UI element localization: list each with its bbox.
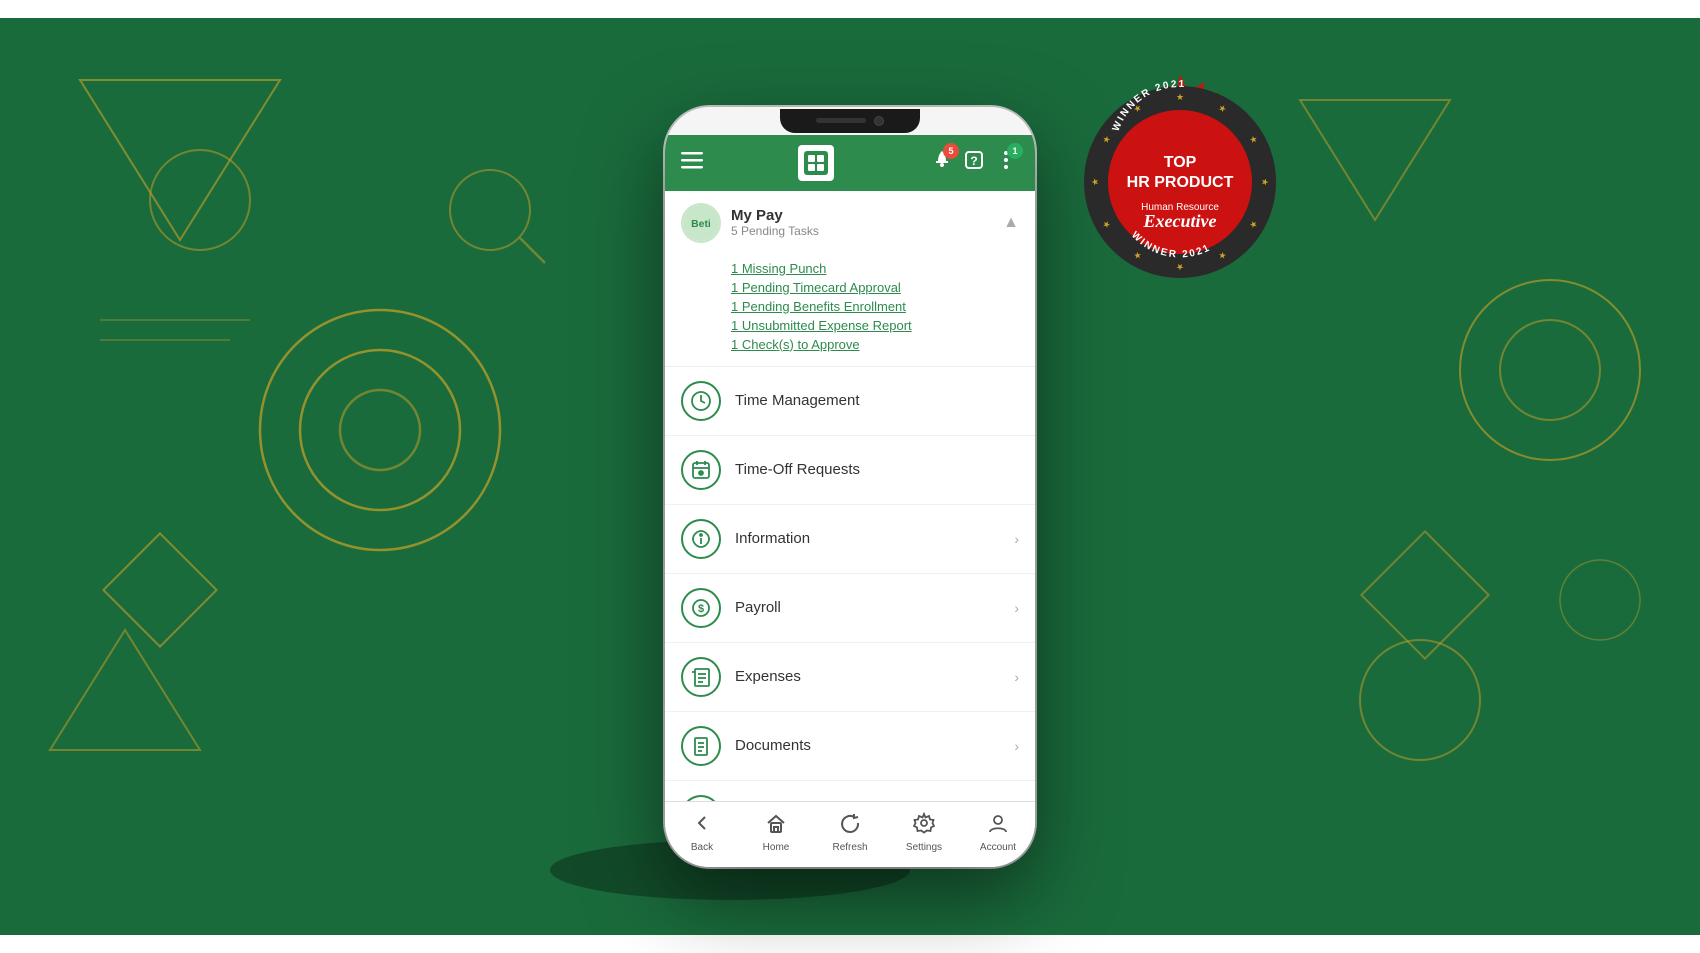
header-icons: 5 ? 1 xyxy=(929,147,1019,179)
phone-notch xyxy=(780,109,920,133)
refresh-icon xyxy=(839,812,861,840)
svg-text:Executive: Executive xyxy=(1143,211,1217,231)
expenses-chevron: › xyxy=(1014,669,1019,685)
nav-back[interactable]: Back xyxy=(665,808,739,857)
payroll-label: Payroll xyxy=(735,599,1014,616)
menu-item-information[interactable]: Information › xyxy=(665,505,1035,574)
documents-chevron: › xyxy=(1014,738,1019,754)
task-benefits-enrollment[interactable]: 1 Pending Benefits Enrollment xyxy=(731,297,1019,316)
nav-refresh[interactable]: Refresh xyxy=(813,808,887,857)
nav-home[interactable]: Home xyxy=(739,808,813,857)
task-timecard-approval[interactable]: 1 Pending Timecard Approval xyxy=(731,278,1019,297)
svg-text:Beti: Beti xyxy=(691,218,711,229)
account-icon xyxy=(987,812,1009,840)
my-pay-header[interactable]: Beti My Pay 5 Pending Tasks ▲ xyxy=(665,191,1035,255)
task-expense-report[interactable]: 1 Unsubmitted Expense Report xyxy=(731,316,1019,335)
information-chevron: › xyxy=(1014,531,1019,547)
my-pay-section: Beti My Pay 5 Pending Tasks ▲ 1 Missing … xyxy=(665,191,1035,367)
my-pay-title: My Pay xyxy=(731,207,993,224)
nav-account[interactable]: Account xyxy=(961,808,1035,857)
bottom-navigation: Back Home xyxy=(665,801,1035,867)
information-label: Information xyxy=(735,530,1014,547)
svg-text:★: ★ xyxy=(1176,262,1184,272)
svg-text:★: ★ xyxy=(1090,177,1100,185)
my-pay-chevron: ▲ xyxy=(1003,214,1019,232)
svg-text:★: ★ xyxy=(1260,177,1270,185)
app-header: 5 ? 1 xyxy=(665,135,1035,191)
app-screen: 5 ? 1 xyxy=(665,135,1035,867)
home-icon xyxy=(765,812,787,840)
documents-label: Documents xyxy=(735,737,1014,754)
phone-mockup: ★ ★ ★ ★ ★ ★ ★ ★ ★ ★ ★ ★ WINNER 2021 xyxy=(665,107,1035,867)
nav-back-label: Back xyxy=(691,842,713,853)
back-icon xyxy=(691,812,713,840)
my-pay-info: My Pay 5 Pending Tasks xyxy=(731,207,993,238)
svg-text:★: ★ xyxy=(1176,92,1184,102)
notification-badge: 5 xyxy=(943,143,959,159)
menu-item-time-management[interactable]: Time Management xyxy=(665,367,1035,436)
svg-text:HR PRODUCT: HR PRODUCT xyxy=(1127,174,1234,191)
svg-text:?: ? xyxy=(970,154,977,168)
time-off-icon xyxy=(681,450,721,490)
menu-icon[interactable] xyxy=(681,149,703,177)
more-badge: 1 xyxy=(1007,143,1023,159)
user-avatar: Beti xyxy=(681,203,721,243)
time-off-label: Time-Off Requests xyxy=(735,461,1019,478)
payroll-chevron: › xyxy=(1014,600,1019,616)
nav-refresh-label: Refresh xyxy=(832,842,867,853)
payroll-icon: $ xyxy=(681,588,721,628)
time-management-icon xyxy=(681,381,721,421)
winner-badge: ★ ★ ★ ★ ★ ★ ★ ★ ★ ★ ★ ★ WINNER 2021 xyxy=(1065,67,1295,302)
information-icon xyxy=(681,519,721,559)
help-button[interactable]: ? xyxy=(961,147,987,179)
more-options-button[interactable]: 1 xyxy=(993,147,1019,179)
documents-icon xyxy=(681,726,721,766)
nav-settings[interactable]: Settings xyxy=(887,808,961,857)
task-checks-approve[interactable]: 1 Check(s) to Approve xyxy=(731,335,1019,354)
phone-camera xyxy=(874,116,884,126)
app-logo xyxy=(798,145,834,181)
expenses-label: Expenses xyxy=(735,668,1014,685)
task-missing-punch[interactable]: 1 Missing Punch xyxy=(731,259,1019,278)
menu-item-payroll[interactable]: $ Payroll › xyxy=(665,574,1035,643)
menu-item-checklists[interactable]: Checklists › xyxy=(665,781,1035,801)
nav-account-label: Account xyxy=(980,842,1016,853)
phone-body: 5 ? 1 xyxy=(665,107,1035,867)
expenses-icon xyxy=(681,657,721,697)
nav-home-label: Home xyxy=(763,842,790,853)
task-list: 1 Missing Punch 1 Pending Timecard Appro… xyxy=(665,255,1035,366)
menu-item-expenses[interactable]: Expenses › xyxy=(665,643,1035,712)
svg-text:$: $ xyxy=(698,603,704,615)
notification-button[interactable]: 5 xyxy=(929,147,955,179)
menu-item-documents[interactable]: Documents › xyxy=(665,712,1035,781)
menu-list: Time Management Time-Off Requests xyxy=(665,367,1035,801)
phone-notch-area xyxy=(665,107,1035,135)
time-management-label: Time Management xyxy=(735,392,1019,409)
menu-item-time-off[interactable]: Time-Off Requests xyxy=(665,436,1035,505)
logo-inner xyxy=(804,151,828,175)
settings-icon xyxy=(913,812,935,840)
nav-settings-label: Settings xyxy=(906,842,942,853)
svg-text:TOP: TOP xyxy=(1164,154,1197,171)
my-pay-subtitle: 5 Pending Tasks xyxy=(731,224,993,238)
phone-speaker xyxy=(816,118,866,123)
